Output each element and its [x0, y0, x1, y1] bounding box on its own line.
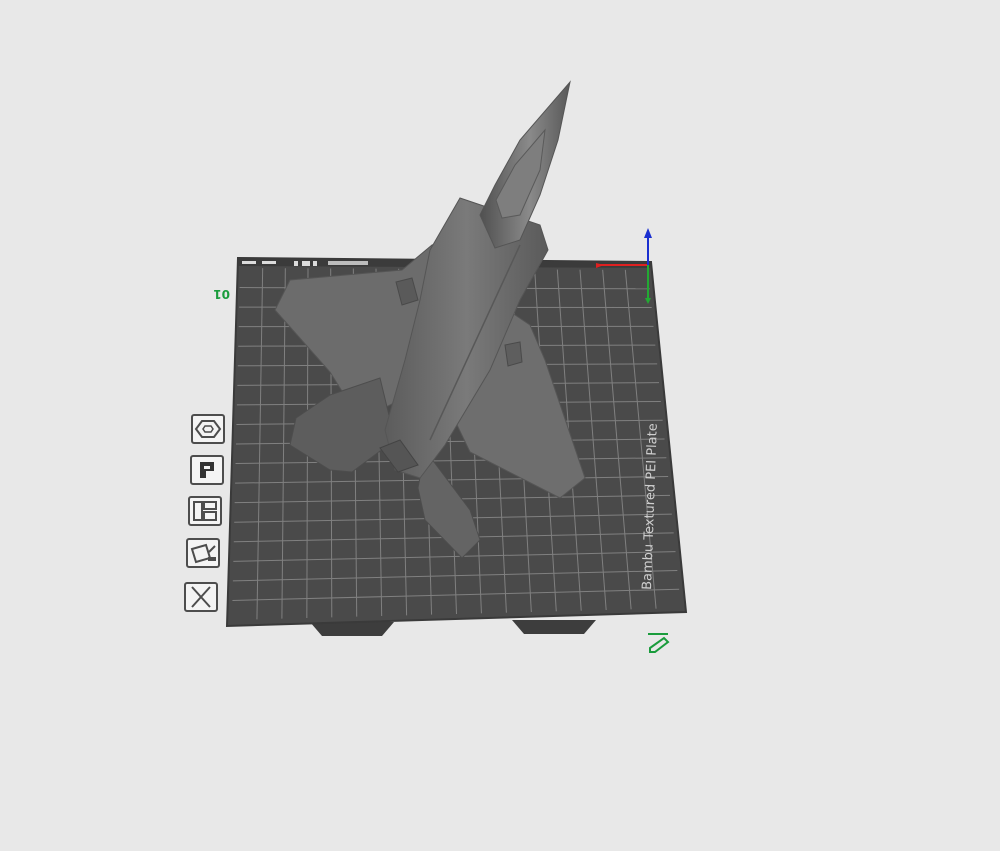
slice-plate-icon	[190, 543, 216, 564]
arrange-button[interactable]	[188, 496, 222, 526]
hexagon-nut-icon	[194, 420, 222, 438]
slice-plate-button[interactable]	[186, 538, 220, 568]
z-axis-arrow-icon	[644, 228, 652, 238]
auto-orient-button[interactable]	[191, 414, 225, 444]
3d-viewport[interactable]: Bambu Textured PEI Plate 01	[0, 0, 1000, 851]
delete-plate-button[interactable]	[184, 582, 218, 612]
model-right-intake	[504, 341, 523, 367]
plate-settings-icon	[200, 462, 214, 478]
plate-top-marker-left	[242, 261, 256, 264]
plate-settings-button[interactable]	[190, 455, 224, 485]
close-icon	[191, 586, 211, 608]
plate-top-marker-center	[328, 261, 368, 265]
plate-name-edit-icon[interactable]	[648, 633, 670, 653]
plate-top-icon-b	[302, 261, 310, 266]
build-scene[interactable]: Bambu Textured PEI Plate 01	[0, 0, 1000, 851]
arrange-icon	[193, 501, 217, 521]
plate-top-marker-right	[262, 261, 276, 264]
plate-top-icon-a	[294, 261, 298, 266]
plate-number: 01	[213, 287, 230, 301]
plate-top-icon-c	[313, 261, 317, 266]
